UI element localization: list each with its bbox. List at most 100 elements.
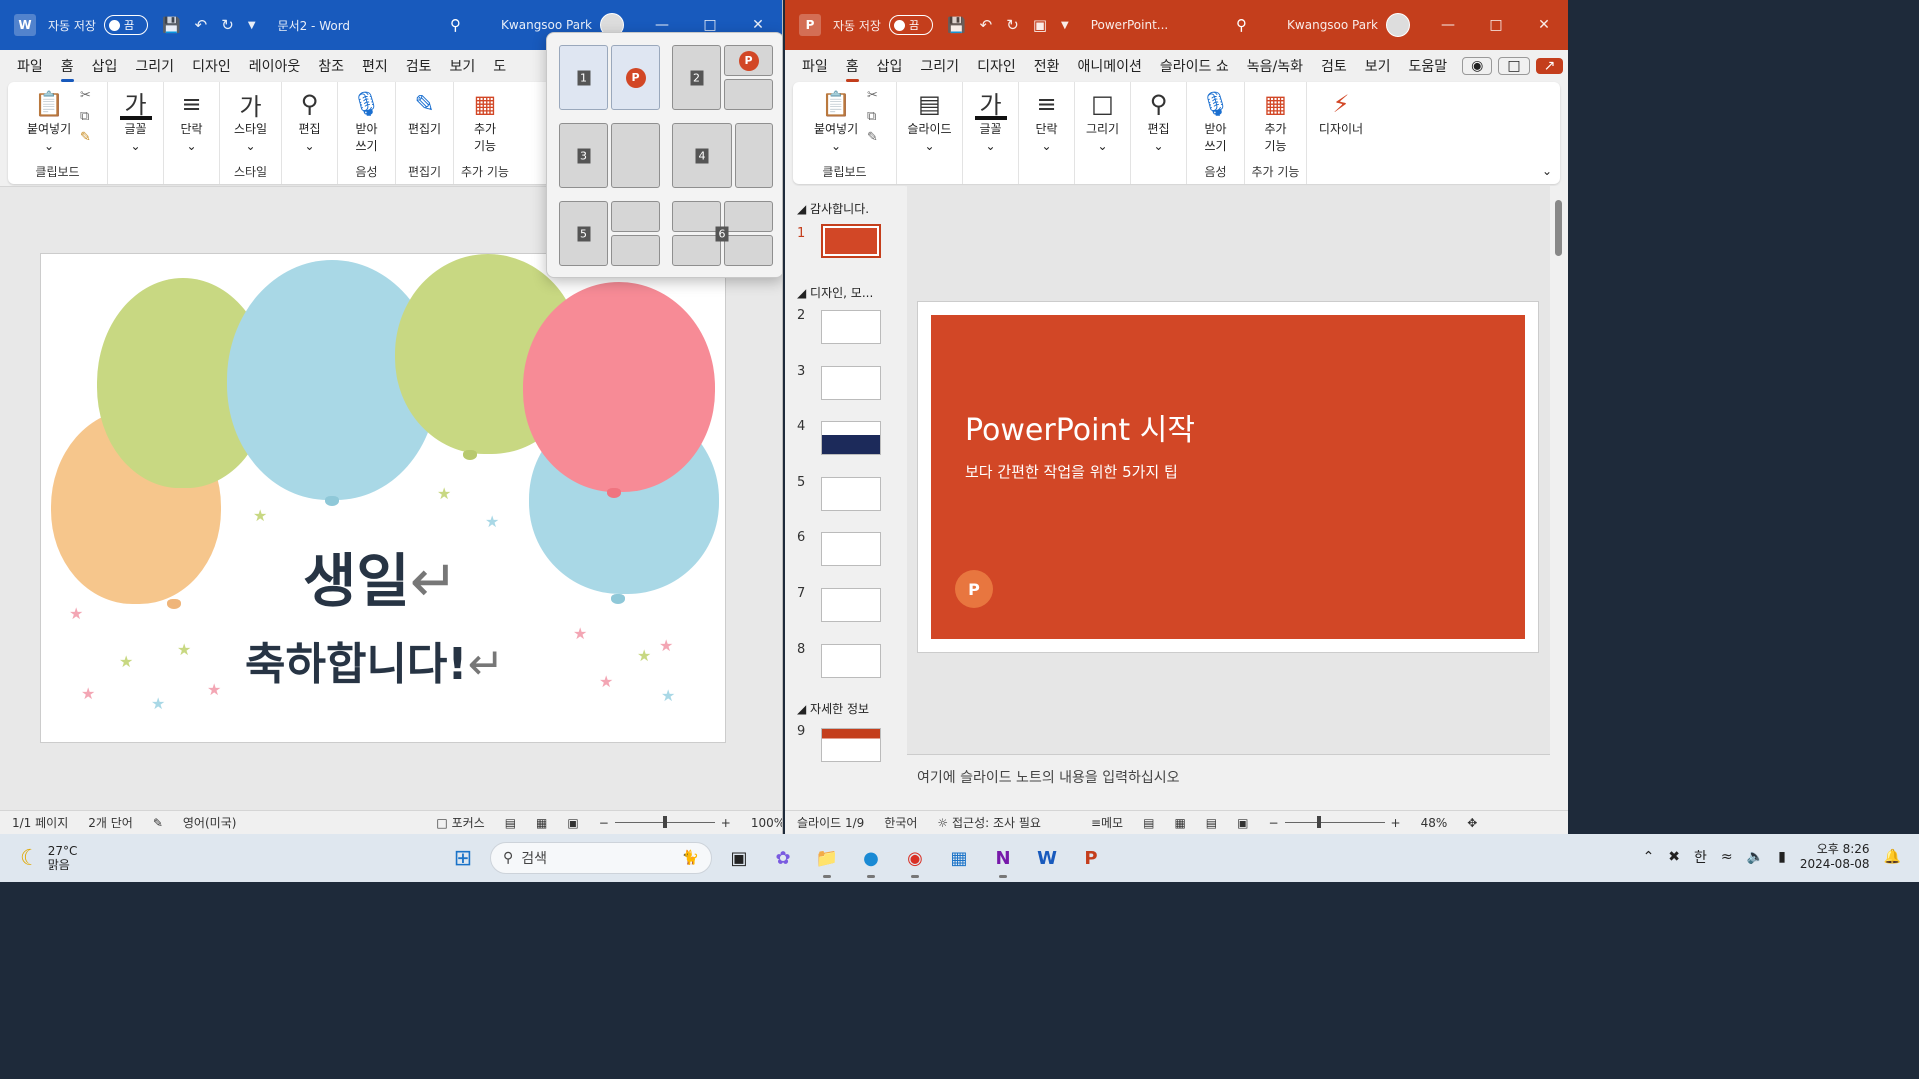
snap-zone-6-br[interactable]	[724, 235, 773, 266]
autosave-toggle[interactable]: 끔	[103, 15, 148, 35]
section-header[interactable]: ◢ 감사합니다.	[797, 200, 869, 217]
slide-thumbnail[interactable]	[821, 532, 881, 566]
search-input[interactable]: ⚲ 검색 🐈	[490, 842, 712, 874]
tab-view[interactable]: 보기	[441, 56, 485, 76]
minimize-icon[interactable]: —	[638, 17, 686, 33]
onenote-icon[interactable]: N	[986, 842, 1020, 878]
scrollbar-thumb[interactable]	[1555, 200, 1562, 256]
tab-home[interactable]: 홈	[52, 56, 83, 82]
styles-button[interactable]: 가 스타일 ⌄	[226, 84, 276, 154]
tab-file[interactable]: 파일	[793, 56, 837, 76]
cut-icon[interactable]: ✂	[80, 88, 91, 103]
save-icon[interactable]: 💾	[947, 16, 966, 34]
paste-button[interactable]: 📋 붙여넣기 ⌄	[811, 84, 861, 154]
snap-zone-4b[interactable]	[735, 123, 773, 188]
qat-dropdown-icon[interactable]: ▼	[1061, 20, 1069, 31]
user-name[interactable]: Kwangsoo Park	[1287, 18, 1378, 32]
slide-thumbnail[interactable]	[821, 477, 881, 511]
weather-widget[interactable]: ☾ 27°C 맑음	[20, 844, 77, 872]
tab-mailings[interactable]: 편지	[353, 56, 397, 76]
notes-button[interactable]: ≡메모	[1091, 814, 1123, 831]
slide-sorter-icon[interactable]: ▦	[1174, 816, 1185, 830]
app-tray-icon[interactable]: ✖	[1668, 849, 1680, 865]
zoom-in-icon[interactable]: +	[1391, 816, 1401, 830]
language-status[interactable]: 한국어	[884, 814, 917, 831]
zoom-out-icon[interactable]: −	[1268, 816, 1278, 830]
slide-thumbnail[interactable]	[821, 224, 881, 258]
zoom-track[interactable]	[1284, 816, 1385, 828]
document-page[interactable]: ★ ★ ★ ★ ★ ★ ★ ★ ★ ★ ★ ★ ★ ★ 생일↵ 축하합니다!↵	[40, 253, 726, 743]
minimize-icon[interactable]: —	[1424, 17, 1472, 33]
search-icon[interactable]: ⚲	[450, 16, 461, 34]
font-button[interactable]: 가 글꼴 ⌄	[966, 84, 1016, 154]
present-icon[interactable]: ▣	[1033, 16, 1047, 34]
chevron-up-icon[interactable]: ⌃	[1643, 849, 1655, 865]
web-layout-icon[interactable]: ▣	[567, 816, 578, 830]
snap-zone-5-top[interactable]	[611, 201, 660, 232]
copy-icon[interactable]: ⧉	[80, 109, 91, 124]
format-painter-icon[interactable]: ✎	[867, 130, 878, 145]
page-count[interactable]: 1/1 페이지	[12, 814, 68, 831]
snap-zone-4[interactable]: 4	[672, 123, 732, 188]
chrome-icon[interactable]: ◉	[898, 842, 932, 878]
dictate-button[interactable]: 🎙 받아 쓰기	[342, 84, 392, 154]
clock[interactable]: 오후 8:26 2024-08-08	[1800, 842, 1870, 872]
section-header[interactable]: ◢ 디자인, 모...	[797, 284, 873, 301]
tab-insert[interactable]: 삽입	[868, 56, 912, 76]
snap-zone-2-top[interactable]: P	[724, 45, 773, 76]
tab-layout[interactable]: 레이아웃	[240, 56, 310, 76]
undo-icon[interactable]: ↶	[195, 16, 208, 34]
tab-home[interactable]: 홈	[837, 56, 868, 82]
qat-dropdown-icon[interactable]: ▼	[248, 20, 256, 31]
designer-button[interactable]: ⚡ 디자이너	[1316, 84, 1366, 137]
word-count[interactable]: 2개 단어	[88, 814, 133, 831]
vertical-scrollbar[interactable]	[1550, 186, 1568, 810]
slide-count[interactable]: 슬라이드 1/9	[797, 814, 864, 831]
powerpoint-taskbar-icon[interactable]: P	[1074, 842, 1108, 874]
current-slide[interactable]: PowerPoint 시작 보다 간편한 작업을 위한 5가지 팁 P	[917, 301, 1539, 653]
tab-draw[interactable]: 그리기	[911, 56, 968, 76]
accessibility-status[interactable]: ☼ 접근성: 조사 필요	[937, 814, 1041, 831]
tab-review[interactable]: 검토	[1312, 56, 1356, 76]
zoom-slider[interactable]: − +	[599, 816, 731, 830]
tab-help[interactable]: 도움말	[1400, 56, 1457, 76]
zoom-thumb[interactable]	[1316, 816, 1321, 828]
edge-icon[interactable]: ●	[854, 842, 888, 878]
tab-transitions[interactable]: 전환	[1025, 56, 1069, 76]
tab-design[interactable]: 디자인	[183, 56, 240, 76]
slide-thumbnail[interactable]	[821, 588, 881, 622]
font-button[interactable]: 가 글꼴 ⌄	[111, 84, 161, 154]
slide-thumbnail[interactable]	[821, 728, 881, 762]
ribbon-collapse-icon[interactable]: ⌄	[1542, 164, 1552, 178]
battery-icon[interactable]: ▮	[1778, 849, 1786, 865]
maximize-icon[interactable]: □	[1472, 17, 1520, 33]
snap-zone-5-bottom[interactable]	[611, 235, 660, 266]
snap-zone-6-tr[interactable]	[724, 201, 773, 232]
paragraph-button[interactable]: ≡ 단락 ⌄	[167, 84, 217, 154]
dictate-button[interactable]: 🎙 받아 쓰기	[1191, 84, 1241, 154]
wifi-icon[interactable]: ≈	[1721, 849, 1733, 865]
zoom-level[interactable]: 100%	[751, 816, 782, 830]
user-name[interactable]: Kwangsoo Park	[501, 18, 592, 32]
editing-button[interactable]: ⚲ 편집 ⌄	[1134, 84, 1184, 154]
redo-icon[interactable]: ↻	[1006, 16, 1019, 34]
slide-thumbnail[interactable]	[821, 310, 881, 344]
snap-zone-2[interactable]: 2	[672, 45, 721, 110]
copilot-icon[interactable]: ✿	[766, 842, 800, 874]
ime-indicator[interactable]: 한	[1694, 847, 1707, 867]
addins-button[interactable]: ▦ 추가 기능	[460, 84, 510, 154]
comments-button[interactable]: □	[1498, 57, 1530, 75]
proofing-icon[interactable]: ✎	[153, 816, 163, 830]
addins-button[interactable]: ▦ 추가 기능	[1251, 84, 1301, 154]
editing-button[interactable]: ⚲ 편집 ⌄	[285, 84, 335, 154]
save-icon[interactable]: 💾	[162, 16, 181, 34]
volume-icon[interactable]: 🔈	[1747, 849, 1764, 865]
print-layout-icon[interactable]: ▦	[536, 816, 547, 830]
notes-pane[interactable]: 여기에 슬라이드 노트의 내용을 입력하십시오	[907, 754, 1550, 810]
tab-insert[interactable]: 삽입	[83, 56, 127, 76]
focus-button[interactable]: □ 포커스	[436, 814, 484, 831]
slide-thumbnail[interactable]	[821, 644, 881, 678]
snap-zone-3b[interactable]	[611, 123, 660, 188]
section-header[interactable]: ◢ 자세한 정보	[797, 700, 869, 717]
cut-icon[interactable]: ✂	[867, 88, 878, 103]
